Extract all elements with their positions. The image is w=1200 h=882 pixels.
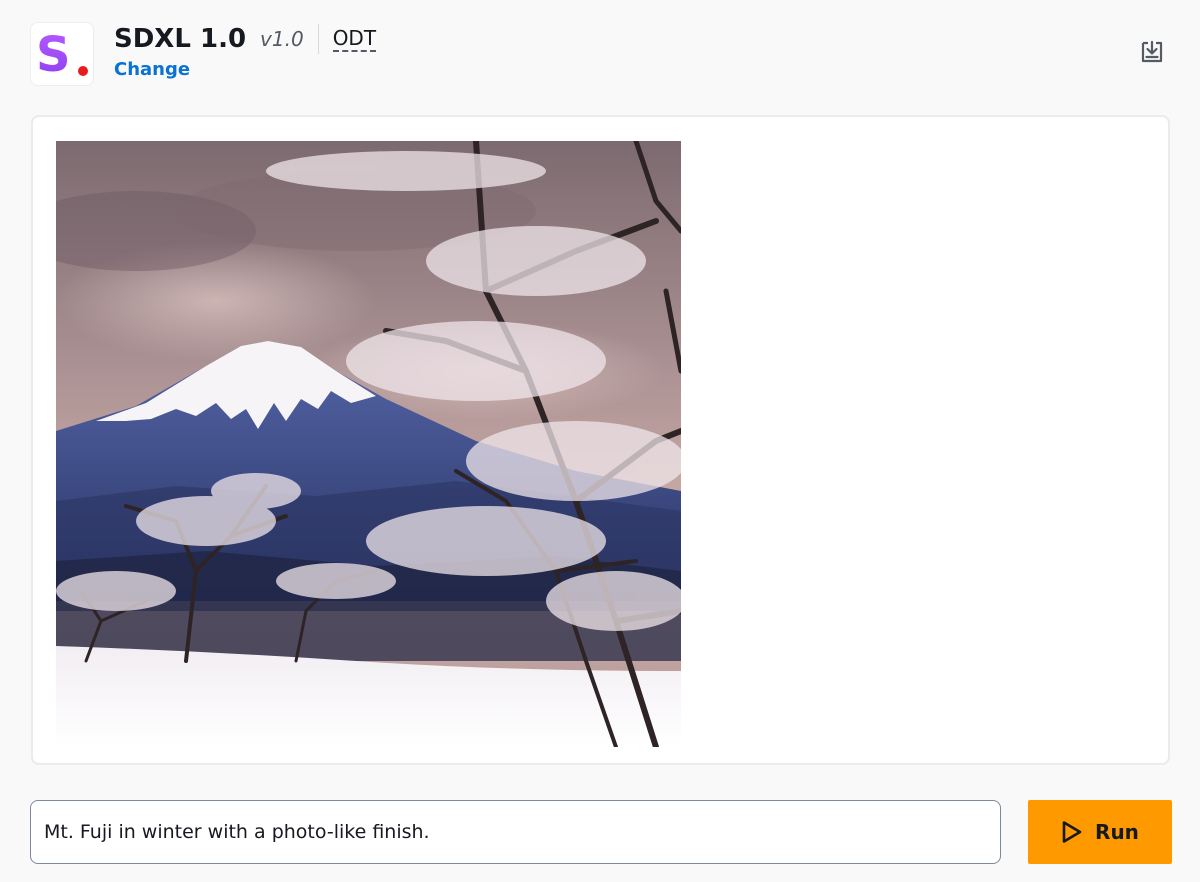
change-model-link[interactable]: Change [114,59,190,80]
odt-badge[interactable]: ODT [332,27,377,52]
play-icon [1062,821,1082,843]
run-button-label: Run [1095,820,1139,844]
download-button[interactable] [1140,40,1164,64]
generated-image[interactable] [56,141,681,747]
logo-dot [78,66,88,76]
model-logo-icon: S [36,27,71,83]
run-button[interactable]: Run [1028,800,1172,864]
model-name: SDXL 1.0 [114,24,247,54]
model-version: v1.0 [260,27,304,51]
model-logo: S [30,22,94,86]
header: S SDXL 1.0 v1.0 ODT Change [30,20,1180,90]
canvas-panel [31,115,1170,765]
title-divider [317,24,319,54]
title-row: SDXL 1.0 v1.0 ODT [114,20,377,58]
prompt-input[interactable] [30,800,1001,864]
download-icon [1141,40,1163,63]
